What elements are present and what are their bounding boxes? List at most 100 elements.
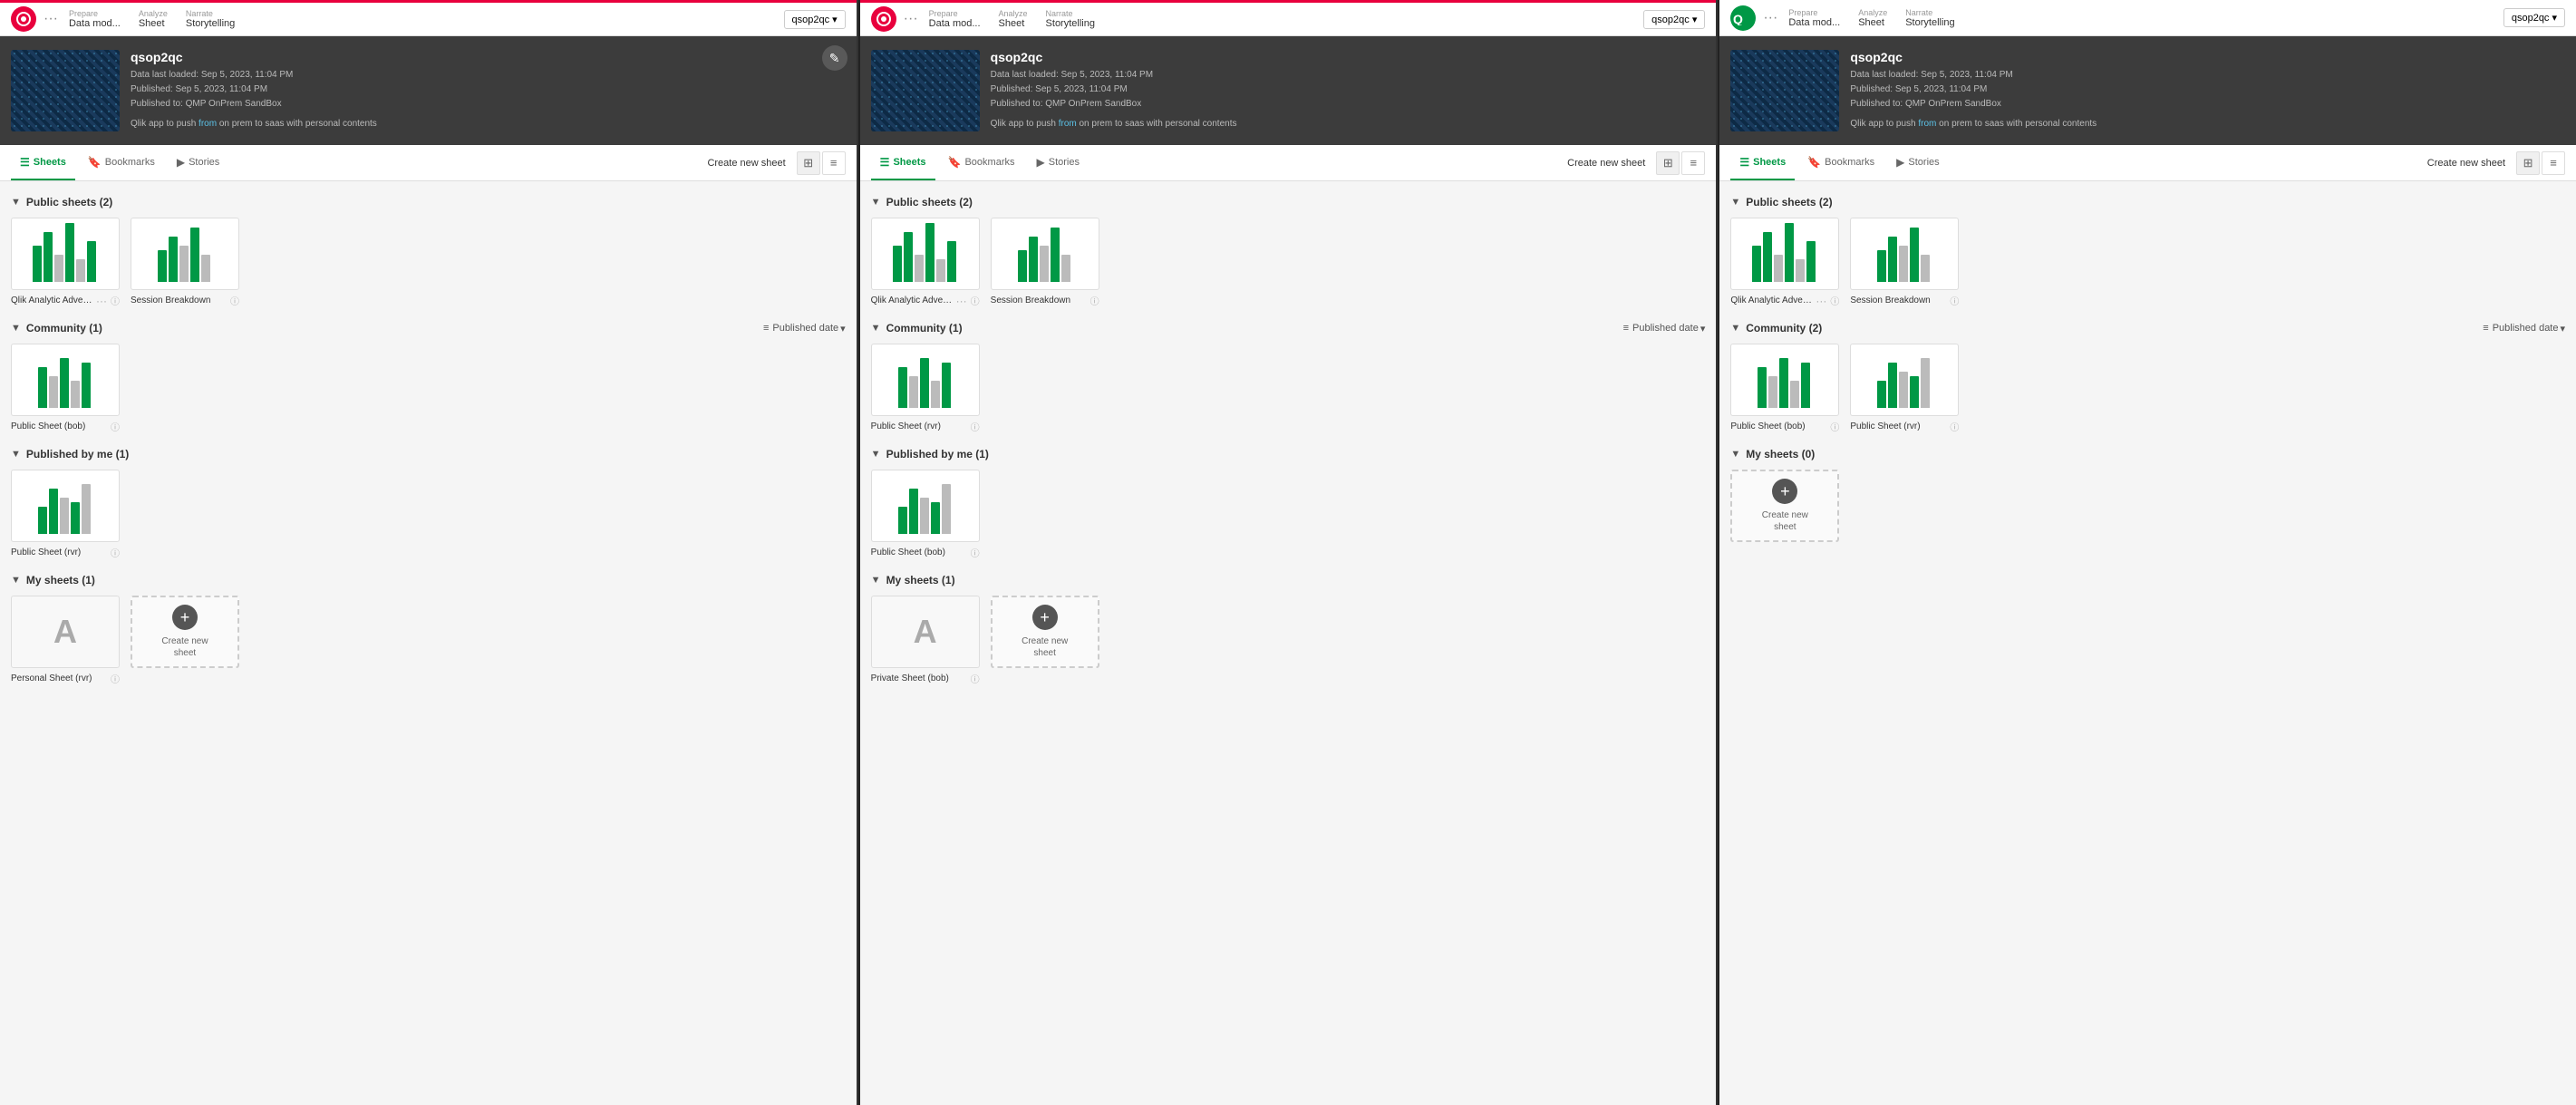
app-logo: Q [1730, 5, 1756, 31]
sort-button-community[interactable]: Published date ▾ [2493, 323, 2565, 334]
info-icon[interactable]: ⓘ [1950, 420, 1959, 433]
analyze-section: Analyze Sheet [139, 9, 168, 29]
app-switcher-button[interactable]: qsop2qc ▾ [1643, 10, 1705, 29]
tab-sheets[interactable]: ☰ Sheets [871, 145, 935, 180]
sheet-card-session-breakdown[interactable]: Session Breakdown ⓘ [131, 218, 239, 307]
narrate-value[interactable]: Storytelling [1905, 17, 1954, 28]
sheet-card-session-breakdown[interactable]: Session Breakdown ⓘ [991, 218, 1099, 307]
grid-view-button[interactable]: ⊞ [2516, 151, 2540, 175]
section-toggle-my-sheets[interactable]: ▼ [871, 575, 881, 586]
sort-button-community[interactable]: Published date ▾ [772, 323, 845, 334]
create-new-sheet-button[interactable]: Create new sheet [1567, 158, 1645, 169]
topbar: ··· Prepare Data mod... Analyze Sheet Na… [0, 0, 857, 36]
list-view-button[interactable]: ≡ [1681, 151, 1705, 175]
narrate-label: Narrate [1905, 8, 1954, 17]
sheet-thumbnail-session-breakdown [991, 218, 1099, 290]
info-icon[interactable]: ⓘ [1950, 294, 1959, 307]
more-options-icon[interactable]: ··· [1763, 10, 1777, 26]
new-sheet-thumbnail[interactable]: + Create newsheet [991, 596, 1099, 668]
sheet-card-public-sheet-bob[interactable]: Public Sheet (bob) ⓘ [1730, 344, 1839, 433]
sheet-label-public-sheet-bob: Public Sheet (bob) ⓘ [1730, 420, 1839, 433]
info-icon[interactable]: ⓘ [971, 546, 980, 559]
info-icon[interactable]: ⓘ [1830, 420, 1839, 433]
sheet-card-qlik-analytic[interactable]: Qlik Analytic Adventure ··· ⓘ [871, 218, 980, 307]
sheet-card-public-sheet-rvr[interactable]: Public Sheet (rvr) ⓘ [11, 470, 120, 559]
tab-bookmarks-label: Bookmarks [1825, 157, 1874, 168]
section-toggle-community[interactable]: ▼ [1730, 323, 1740, 334]
edit-app-button[interactable]: ✎ [822, 45, 847, 71]
app-switcher-button[interactable]: qsop2qc ▾ [2503, 8, 2565, 27]
narrate-value[interactable]: Storytelling [1046, 18, 1095, 29]
create-new-sheet-button[interactable]: Create new sheet [707, 158, 785, 169]
more-options-icon[interactable]: ··· [904, 11, 918, 27]
tab-stories[interactable]: ▶ Stories [1887, 145, 1948, 180]
sort-button-community[interactable]: Published date ▾ [1632, 323, 1705, 334]
info-icon[interactable]: ⓘ [111, 546, 120, 559]
narrate-value[interactable]: Storytelling [186, 18, 235, 29]
sheet-card-qlik-analytic[interactable]: Qlik Analytic Adventure ··· ⓘ [11, 218, 120, 307]
section-toggle-published-by-me[interactable]: ▼ [871, 449, 881, 460]
sheet-card-public-sheet-bob[interactable]: Public Sheet (bob) ⓘ [871, 470, 980, 559]
more-icon[interactable]: ··· [96, 295, 107, 307]
tab-sheets[interactable]: ☰ Sheets [1730, 145, 1795, 180]
tab-bookmarks[interactable]: 🔖 Bookmarks [939, 145, 1024, 180]
info-icon[interactable]: ⓘ [971, 672, 980, 685]
sort-icon: ≡ [2483, 323, 2488, 334]
info-icon[interactable]: ⓘ [111, 420, 120, 433]
prepare-value[interactable]: Data mod... [1788, 17, 1840, 28]
sheet-card-session-breakdown[interactable]: Session Breakdown ⓘ [1850, 218, 1959, 307]
more-icon[interactable]: ··· [1816, 295, 1826, 307]
create-new-sheet-card[interactable]: + Create newsheet [131, 596, 239, 685]
sheet-name-public-sheet-rvr: Public Sheet (rvr) [1850, 422, 1946, 431]
sheet-card-public-sheet-rvr[interactable]: Public Sheet (rvr) ⓘ [1850, 344, 1959, 433]
section-toggle-community[interactable]: ▼ [11, 323, 21, 334]
prepare-value[interactable]: Data mod... [929, 18, 981, 29]
section-toggle-published-by-me[interactable]: ▼ [11, 449, 21, 460]
tab-sheets[interactable]: ☰ Sheets [11, 145, 75, 180]
prepare-value[interactable]: Data mod... [69, 18, 121, 29]
more-options-icon[interactable]: ··· [44, 11, 58, 27]
section-toggle-my-sheets[interactable]: ▼ [1730, 449, 1740, 460]
sheet-card-private-sheet-bob[interactable]: A Private Sheet (bob) ⓘ [871, 596, 980, 685]
section-toggle-public[interactable]: ▼ [871, 197, 881, 208]
sort-arrow-icon: ▾ [840, 323, 846, 334]
analyze-value[interactable]: Sheet [1858, 17, 1887, 28]
create-new-sheet-card[interactable]: + Create newsheet [1730, 470, 1839, 542]
sheet-card-personal-sheet[interactable]: A Personal Sheet (rvr) ⓘ [11, 596, 120, 685]
sheet-card-public-sheet-rvr[interactable]: Public Sheet (rvr) ⓘ [871, 344, 980, 433]
section-toggle-community[interactable]: ▼ [871, 323, 881, 334]
grid-view-button[interactable]: ⊞ [1656, 151, 1680, 175]
sheet-name-private-sheet-bob: Private Sheet (bob) [871, 674, 967, 683]
tab-stories[interactable]: ▶ Stories [168, 145, 228, 180]
list-view-button[interactable]: ≡ [2542, 151, 2565, 175]
section-toggle-my-sheets[interactable]: ▼ [11, 575, 21, 586]
create-new-sheet-button[interactable]: Create new sheet [2427, 158, 2505, 169]
section-toggle-public[interactable]: ▼ [1730, 197, 1740, 208]
new-sheet-thumbnail[interactable]: + Create newsheet [131, 596, 239, 668]
analyze-value[interactable]: Sheet [139, 18, 168, 29]
info-icon[interactable]: ⓘ [1830, 294, 1839, 307]
info-icon[interactable]: ⓘ [111, 672, 120, 685]
section-toggle-public[interactable]: ▼ [11, 197, 21, 208]
sheet-name-session-breakdown: Session Breakdown [131, 296, 227, 305]
info-icon[interactable]: ⓘ [971, 294, 980, 307]
more-icon[interactable]: ··· [956, 295, 967, 307]
list-view-button[interactable]: ≡ [822, 151, 846, 175]
info-icon[interactable]: ⓘ [971, 420, 980, 433]
sheet-card-public-sheet-bob[interactable]: Public Sheet (bob) ⓘ [11, 344, 120, 433]
tab-stories[interactable]: ▶ Stories [1028, 145, 1089, 180]
app-description: Qlik app to push from on prem to saas wi… [991, 117, 1706, 131]
info-icon[interactable]: ⓘ [230, 294, 239, 307]
tab-bookmarks-label: Bookmarks [964, 157, 1014, 168]
grid-view-button[interactable]: ⊞ [797, 151, 820, 175]
create-new-sheet-card[interactable]: + Create newsheet [991, 596, 1099, 685]
info-icon[interactable]: ⓘ [111, 294, 120, 307]
tab-stories-icon: ▶ [177, 156, 185, 169]
new-sheet-thumbnail[interactable]: + Create newsheet [1730, 470, 1839, 542]
info-icon[interactable]: ⓘ [1090, 294, 1099, 307]
app-switcher-button[interactable]: qsop2qc ▾ [784, 10, 846, 29]
tab-bookmarks[interactable]: 🔖 Bookmarks [1798, 145, 1884, 180]
tab-bookmarks[interactable]: 🔖 Bookmarks [79, 145, 164, 180]
sheet-card-qlik-analytic[interactable]: Qlik Analytic Adventure ··· ⓘ [1730, 218, 1839, 307]
analyze-value[interactable]: Sheet [999, 18, 1028, 29]
